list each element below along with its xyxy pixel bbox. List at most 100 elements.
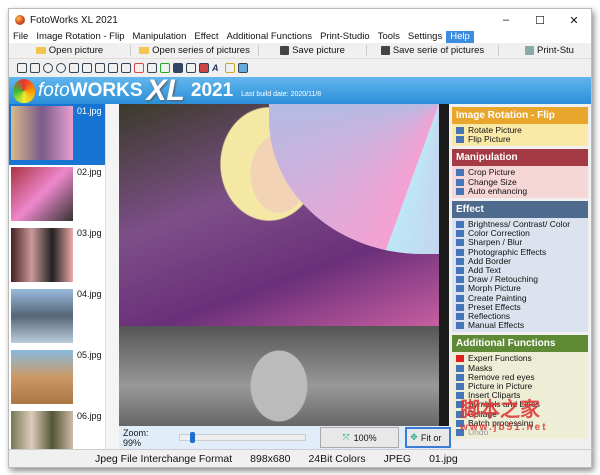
maximize-button[interactable]: ☐ [523, 14, 557, 27]
menu-file[interactable]: File [9, 31, 32, 43]
menu-image-rotation[interactable]: Image Rotation - Flip [32, 31, 128, 43]
cut-icon[interactable] [108, 63, 118, 73]
section-items: Rotate Picture Flip Picture [452, 124, 588, 147]
menu-print-studio[interactable]: Print-Studio [316, 31, 374, 43]
section-header[interactable]: Additional Functions [452, 335, 588, 353]
fit-label: Fit or [420, 432, 442, 443]
fit-window-icon: ✥ [410, 432, 418, 442]
zoom-label: Zoom: 99% [123, 427, 149, 448]
close-button[interactable]: ✕ [557, 14, 591, 27]
rotate-ccw-icon[interactable] [43, 63, 53, 73]
color-correction-icon[interactable] [160, 63, 170, 73]
zoom-100-label: 100% [353, 432, 377, 443]
save-picture-label: Save picture [292, 45, 345, 56]
folder-icon [139, 47, 150, 54]
menu-additional-functions[interactable]: Additional Functions [223, 31, 317, 43]
thumbnail-item[interactable]: 03.jpg [9, 226, 105, 287]
thumbnail-item[interactable]: 04.jpg [9, 287, 105, 348]
image-viewer [119, 104, 449, 426]
section-items: Expert Functions Masks Remove red eyes Pict… [452, 352, 588, 440]
main-toolbar: Open picture Open series of pictures Sav… [9, 43, 591, 59]
open-picture-button[interactable]: Open picture [9, 45, 131, 56]
thumbnail-scrollbar[interactable] [105, 104, 119, 449]
crop-icon[interactable] [95, 63, 105, 73]
draw-icon[interactable] [225, 63, 235, 73]
app-banner: foto WORKS XL 2021 Last build date: 2020… [9, 74, 591, 107]
open-series-button[interactable]: Open series of pictures [131, 45, 259, 56]
thumbnail-label: 01.jpg [77, 106, 102, 116]
preview-image-color [119, 104, 439, 326]
border-icon[interactable] [199, 63, 209, 73]
banner-year: 2021 [190, 79, 234, 101]
status-type: JPEG [383, 452, 412, 465]
flip-icon[interactable] [69, 63, 79, 73]
thumbnail-image [11, 106, 73, 160]
thumbnail-label: 05.jpg [77, 350, 102, 360]
mirror-icon[interactable] [82, 63, 92, 73]
morph-icon[interactable] [238, 63, 248, 73]
save-series-label: Save serie of pictures [392, 45, 485, 56]
text-icon[interactable]: A [212, 63, 222, 73]
thumbnail-label: 04.jpg [77, 289, 102, 299]
rotate-left-icon[interactable] [17, 63, 27, 73]
thumbnail-item[interactable]: 06.jpg [9, 409, 105, 449]
zoom-100-button[interactable]: ⤧ 100% [319, 427, 400, 448]
thumbnail-image [11, 228, 73, 282]
zoom-slider-knob[interactable] [189, 432, 195, 443]
print-studio-label: Print-Stu [537, 45, 574, 56]
status-dimensions: 898x680 [250, 452, 291, 465]
fit-button[interactable]: ✥ Fit or [405, 427, 451, 448]
banner-foto: foto [38, 79, 70, 101]
thumbnail-label: 03.jpg [77, 228, 102, 238]
menu-manipulation[interactable]: Manipulation [129, 31, 191, 43]
panel-item[interactable]: Flip Picture [452, 134, 588, 144]
panel-item[interactable]: Auto enhancing [452, 186, 588, 196]
balloon-logo-icon [13, 78, 35, 103]
print-studio-button[interactable]: Print-Stu [499, 45, 580, 56]
thumbnail-image [11, 289, 73, 343]
thumbnail-label: 02.jpg [77, 167, 102, 177]
sharpen-icon[interactable] [173, 63, 183, 73]
panel-item[interactable]: Undo [452, 427, 588, 437]
umbrella-shape [269, 104, 439, 254]
rotate-right-icon[interactable] [30, 63, 40, 73]
save-series-button[interactable]: Save serie of pictures [367, 45, 499, 56]
printer-icon [525, 46, 534, 55]
banner-xl: XL [146, 73, 185, 107]
auto-enhance-icon[interactable] [134, 63, 144, 73]
status-filename: 01.jpg [429, 452, 458, 465]
function-panel: Image Rotation - Flip Rotate Picture Flip … [451, 104, 589, 449]
open-picture-label: Open picture [48, 45, 104, 56]
zoom-bar: Zoom: 99% ⤧ 100% ✥ Fit or [119, 426, 451, 449]
thumbnail-image [11, 167, 73, 221]
app-window: FotoWorks XL 2021 – ☐ ✕ File Image Rotat… [8, 8, 593, 468]
thumbnail-item[interactable]: 05.jpg [9, 348, 105, 409]
zoom-slider[interactable] [178, 432, 306, 443]
photo-effects-icon[interactable] [186, 63, 196, 73]
viewer-scrollbar[interactable] [439, 104, 449, 426]
menu-tools[interactable]: Tools [374, 31, 404, 43]
save-picture-button[interactable]: Save picture [259, 45, 367, 56]
resize-icon[interactable] [121, 63, 131, 73]
menu-bar: File Image Rotation - Flip Manipulation … [9, 31, 591, 43]
save-icon [280, 46, 290, 55]
section-header[interactable]: Manipulation [452, 149, 588, 167]
menu-effect[interactable]: Effect [190, 31, 222, 43]
thumbnail-item[interactable]: 01.jpg [9, 104, 105, 165]
brightness-icon[interactable] [147, 63, 157, 73]
menu-settings[interactable]: Settings [404, 31, 446, 43]
section-header[interactable]: Image Rotation - Flip [452, 107, 588, 124]
menu-help[interactable]: Help [446, 31, 474, 43]
section-items: Crop Picture Change Size Auto enhancing [452, 166, 588, 199]
status-format: Jpeg File Interchange Format [95, 452, 233, 465]
minimize-button[interactable]: – [489, 14, 523, 27]
rotate-cw-icon[interactable] [56, 63, 66, 73]
title-bar: FotoWorks XL 2021 – ☐ ✕ [9, 9, 591, 31]
folder-icon [35, 47, 46, 54]
status-colors: 24Bit Colors [308, 452, 366, 465]
status-bar: Jpeg File Interchange Format 898x680 24B… [9, 449, 593, 467]
section-header[interactable]: Effect [452, 201, 588, 219]
panel-item[interactable]: Manual Effects [452, 321, 588, 330]
preview-image-bw [119, 326, 439, 426]
thumbnail-item[interactable]: 02.jpg [9, 165, 105, 226]
